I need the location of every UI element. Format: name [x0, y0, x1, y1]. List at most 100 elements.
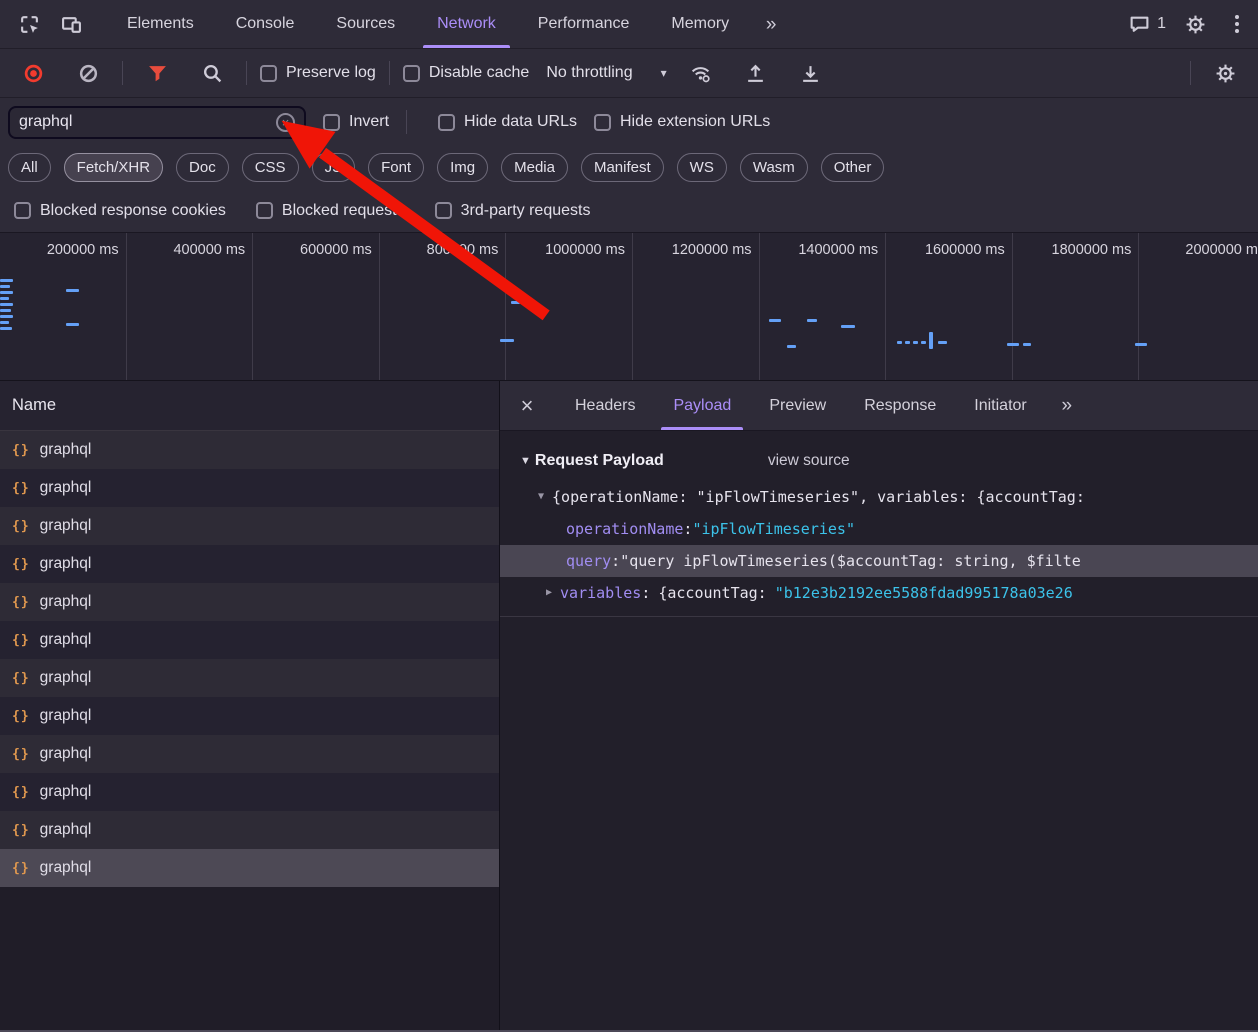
request-timeline-bar: [787, 345, 796, 348]
request-timeline-bar: [921, 341, 926, 344]
message-bubble-icon: [1129, 14, 1150, 35]
filter-input-wrap: ×: [8, 106, 306, 139]
tab-sources[interactable]: Sources: [315, 0, 416, 48]
type-filter-ws[interactable]: WS: [677, 153, 727, 182]
type-filter-fetch-xhr[interactable]: Fetch/XHR: [64, 153, 163, 182]
request-name: graphql: [40, 669, 92, 687]
detail-tab-initiator[interactable]: Initiator: [955, 381, 1045, 430]
type-filter-other[interactable]: Other: [821, 153, 885, 182]
request-row[interactable]: {} graphql: [0, 507, 499, 545]
settings-button[interactable]: [1174, 5, 1216, 43]
collapse-caret-icon[interactable]: ▼: [520, 456, 531, 467]
request-timeline-bar: [929, 332, 933, 349]
view-source-toggle[interactable]: view source: [768, 452, 850, 470]
type-filter-css[interactable]: CSS: [242, 153, 299, 182]
request-timeline-bar: [1023, 343, 1031, 346]
request-timeline-bar: [897, 341, 902, 344]
network-settings-button[interactable]: [1204, 54, 1246, 92]
xhr-braces-icon: {}: [12, 519, 30, 534]
import-har-button[interactable]: [735, 54, 777, 92]
inspect-element-button[interactable]: [8, 5, 50, 43]
tab-network[interactable]: Network: [416, 0, 517, 48]
network-overview-timeline[interactable]: 200000 ms400000 ms600000 ms800000 ms1000…: [0, 232, 1258, 381]
blocked-cookies-checkbox[interactable]: Blocked response cookies: [14, 202, 226, 220]
clear-filter-icon[interactable]: ×: [276, 113, 295, 132]
expanded-caret-icon[interactable]: ▼: [538, 492, 544, 502]
close-details-button[interactable]: ×: [506, 387, 548, 425]
request-row[interactable]: {}graphql: [0, 773, 499, 811]
filter-toggle-button[interactable]: [136, 54, 178, 92]
kebab-menu-icon: [1235, 22, 1239, 26]
type-filter-font[interactable]: Font: [368, 153, 424, 182]
divider: [122, 61, 123, 85]
request-name: graphql: [40, 631, 92, 649]
request-row[interactable]: {}graphql: [0, 545, 499, 583]
payload-row-operation-name[interactable]: operationName"ipFlowTimeseries": [500, 513, 1258, 545]
tab-console[interactable]: Console: [215, 0, 316, 48]
request-timeline-bar: [0, 303, 13, 306]
blocked-requests-checkbox[interactable]: Blocked requests: [256, 202, 405, 220]
request-row[interactable]: {}graphql: [0, 811, 499, 849]
request-timeline-bar: [511, 301, 520, 304]
type-filter-doc[interactable]: Doc: [176, 153, 229, 182]
throttling-select[interactable]: No throttling ▾: [546, 64, 666, 82]
more-tabs-button[interactable]: »: [750, 5, 792, 43]
request-name: graphql: [40, 593, 92, 611]
tab-memory[interactable]: Memory: [650, 0, 750, 48]
device-toolbar-button[interactable]: [50, 5, 92, 43]
hide-data-urls-label: Hide data URLs: [464, 113, 577, 131]
request-row[interactable]: {}graphql: [0, 849, 499, 887]
request-row[interactable]: {}graphql: [0, 469, 499, 507]
filter-input[interactable]: [19, 113, 276, 131]
request-name: graphql: [40, 479, 92, 497]
type-filter-media[interactable]: Media: [501, 153, 568, 182]
hide-extension-urls-label: Hide extension URLs: [620, 113, 770, 131]
menu-button[interactable]: [1216, 5, 1258, 43]
request-timeline-bar: [0, 321, 9, 324]
request-row[interactable]: {}graphql: [0, 735, 499, 773]
device-toolbar-icon: [61, 14, 82, 35]
issues-button[interactable]: 1: [1129, 14, 1166, 35]
export-har-button[interactable]: [790, 54, 832, 92]
request-timeline-bar: [913, 341, 918, 344]
type-filter-manifest[interactable]: Manifest: [581, 153, 664, 182]
type-filter-js[interactable]: JS: [312, 153, 356, 182]
third-party-checkbox[interactable]: 3rd-party requests: [435, 202, 591, 220]
network-conditions-button[interactable]: [680, 54, 722, 92]
name-column-header[interactable]: Name: [0, 381, 499, 431]
hide-data-urls-checkbox[interactable]: Hide data URLs: [438, 113, 577, 131]
payload-summary-row[interactable]: ▼ {operationName: "ipFlowTimeseries", va…: [500, 481, 1258, 513]
hide-extension-urls-checkbox[interactable]: Hide extension URLs: [594, 113, 770, 131]
request-row[interactable]: {}graphql: [0, 583, 499, 621]
collapsed-caret-icon[interactable]: ▶: [546, 588, 552, 598]
clear-network-log-button[interactable]: [67, 54, 109, 92]
request-name: graphql: [40, 517, 92, 535]
detail-tab-payload[interactable]: Payload: [654, 381, 750, 430]
request-row[interactable]: {}graphql: [0, 659, 499, 697]
request-name: graphql: [40, 441, 92, 459]
request-timeline-bar: [1007, 343, 1019, 346]
request-row[interactable]: {}graphql: [0, 621, 499, 659]
preserve-log-checkbox[interactable]: Preserve log: [260, 64, 376, 82]
request-row[interactable]: {}graphql: [0, 431, 499, 469]
extra-filters-row: Blocked response cookies Blocked request…: [0, 189, 1258, 232]
tab-performance[interactable]: Performance: [517, 0, 651, 48]
detail-tab-headers[interactable]: Headers: [556, 381, 654, 430]
search-button[interactable]: [191, 54, 233, 92]
payload-row-query[interactable]: query"query ipFlowTimeseries($accountTag…: [500, 545, 1258, 577]
payload-row-variables[interactable]: ▶ variables{accountTag: "b12e3b2192ee558…: [500, 577, 1258, 609]
detail-tab-preview[interactable]: Preview: [750, 381, 845, 430]
disable-cache-checkbox[interactable]: Disable cache: [403, 64, 530, 82]
detail-tab-response[interactable]: Response: [845, 381, 955, 430]
request-row[interactable]: {}graphql: [0, 697, 499, 735]
search-icon: [202, 63, 223, 84]
type-filter-img[interactable]: Img: [437, 153, 488, 182]
more-detail-tabs-button[interactable]: »: [1046, 387, 1088, 425]
invert-checkbox[interactable]: Invert: [323, 113, 389, 131]
xhr-braces-icon: {}: [12, 747, 30, 762]
type-filter-wasm[interactable]: Wasm: [740, 153, 808, 182]
tab-elements[interactable]: Elements: [106, 0, 215, 48]
type-filter-all[interactable]: All: [8, 153, 51, 182]
checkbox-icon: [256, 202, 273, 219]
record-button[interactable]: [12, 54, 54, 92]
